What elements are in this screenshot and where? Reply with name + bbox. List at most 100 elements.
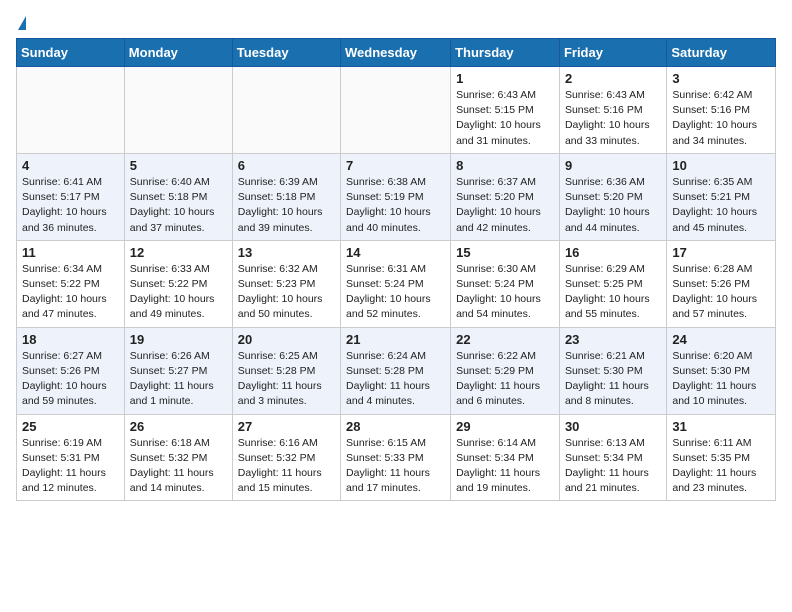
day-number: 10	[672, 158, 770, 173]
calendar-cell: 22 Sunrise: 6:22 AM Sunset: 5:29 PM Dayli…	[451, 327, 560, 414]
calendar-cell: 13 Sunrise: 6:32 AM Sunset: 5:23 PM Dayli…	[232, 240, 340, 327]
calendar-week-row: 25 Sunrise: 6:19 AM Sunset: 5:31 PM Dayli…	[17, 414, 776, 501]
day-number: 25	[22, 419, 119, 434]
day-info: Sunrise: 6:30 AM Sunset: 5:24 PM Dayligh…	[456, 262, 554, 323]
calendar-cell	[17, 67, 125, 154]
day-info: Sunrise: 6:35 AM Sunset: 5:21 PM Dayligh…	[672, 175, 770, 236]
day-info: Sunrise: 6:40 AM Sunset: 5:18 PM Dayligh…	[130, 175, 227, 236]
calendar-header-saturday: Saturday	[667, 39, 776, 67]
calendar-cell: 26 Sunrise: 6:18 AM Sunset: 5:32 PM Dayli…	[124, 414, 232, 501]
day-info: Sunrise: 6:33 AM Sunset: 5:22 PM Dayligh…	[130, 262, 227, 323]
day-info: Sunrise: 6:31 AM Sunset: 5:24 PM Dayligh…	[346, 262, 445, 323]
calendar-cell: 3 Sunrise: 6:42 AM Sunset: 5:16 PM Daylig…	[667, 67, 776, 154]
calendar-cell: 11 Sunrise: 6:34 AM Sunset: 5:22 PM Dayli…	[17, 240, 125, 327]
day-info: Sunrise: 6:19 AM Sunset: 5:31 PM Dayligh…	[22, 436, 119, 497]
day-info: Sunrise: 6:37 AM Sunset: 5:20 PM Dayligh…	[456, 175, 554, 236]
calendar-cell: 14 Sunrise: 6:31 AM Sunset: 5:24 PM Dayli…	[341, 240, 451, 327]
day-number: 13	[238, 245, 335, 260]
day-number: 18	[22, 332, 119, 347]
day-number: 28	[346, 419, 445, 434]
day-number: 26	[130, 419, 227, 434]
day-info: Sunrise: 6:41 AM Sunset: 5:17 PM Dayligh…	[22, 175, 119, 236]
day-number: 30	[565, 419, 661, 434]
logo-triangle-icon	[18, 16, 26, 30]
calendar-cell: 1 Sunrise: 6:43 AM Sunset: 5:15 PM Daylig…	[451, 67, 560, 154]
calendar-cell: 17Sunrise: 6:28 AM Sunset: 5:26 PM Dayli…	[667, 240, 776, 327]
calendar-cell: 15Sunrise: 6:30 AM Sunset: 5:24 PM Dayli…	[451, 240, 560, 327]
calendar-cell: 18Sunrise: 6:27 AM Sunset: 5:26 PM Dayli…	[17, 327, 125, 414]
calendar-cell	[124, 67, 232, 154]
day-info: Sunrise: 6:38 AM Sunset: 5:19 PM Dayligh…	[346, 175, 445, 236]
day-number: 22	[456, 332, 554, 347]
day-info: Sunrise: 6:29 AM Sunset: 5:25 PM Dayligh…	[565, 262, 661, 323]
calendar-cell: 20 Sunrise: 6:25 AM Sunset: 5:28 PM Dayli…	[232, 327, 340, 414]
day-number: 27	[238, 419, 335, 434]
calendar-cell	[232, 67, 340, 154]
calendar-header-row: SundayMondayTuesdayWednesdayThursdayFrid…	[17, 39, 776, 67]
day-number: 2	[565, 71, 661, 86]
day-number: 21	[346, 332, 445, 347]
day-number: 11	[22, 245, 119, 260]
day-info: Sunrise: 6:24 AM Sunset: 5:28 PM Dayligh…	[346, 349, 445, 410]
logo	[16, 16, 26, 30]
day-info: Sunrise: 6:25 AM Sunset: 5:28 PM Dayligh…	[238, 349, 335, 410]
calendar-cell: 28 Sunrise: 6:15 AM Sunset: 5:33 PM Dayli…	[341, 414, 451, 501]
calendar-cell: 9 Sunrise: 6:36 AM Sunset: 5:20 PM Daylig…	[559, 153, 666, 240]
calendar-header-friday: Friday	[559, 39, 666, 67]
day-number: 12	[130, 245, 227, 260]
day-number: 17	[672, 245, 770, 260]
day-number: 16	[565, 245, 661, 260]
calendar-cell: 23Sunrise: 6:21 AM Sunset: 5:30 PM Dayli…	[559, 327, 666, 414]
day-number: 3	[672, 71, 770, 86]
day-info: Sunrise: 6:43 AM Sunset: 5:15 PM Dayligh…	[456, 88, 554, 149]
day-number: 24	[672, 332, 770, 347]
day-number: 19	[130, 332, 227, 347]
calendar-cell: 16 Sunrise: 6:29 AM Sunset: 5:25 PM Dayli…	[559, 240, 666, 327]
day-info: Sunrise: 6:22 AM Sunset: 5:29 PM Dayligh…	[456, 349, 554, 410]
day-number: 4	[22, 158, 119, 173]
day-number: 31	[672, 419, 770, 434]
day-info: Sunrise: 6:18 AM Sunset: 5:32 PM Dayligh…	[130, 436, 227, 497]
day-info: Sunrise: 6:43 AM Sunset: 5:16 PM Dayligh…	[565, 88, 661, 149]
calendar-cell: 12 Sunrise: 6:33 AM Sunset: 5:22 PM Dayli…	[124, 240, 232, 327]
day-info: Sunrise: 6:32 AM Sunset: 5:23 PM Dayligh…	[238, 262, 335, 323]
calendar-header-wednesday: Wednesday	[341, 39, 451, 67]
day-number: 29	[456, 419, 554, 434]
calendar-header-sunday: Sunday	[17, 39, 125, 67]
day-number: 5	[130, 158, 227, 173]
calendar-cell: 27 Sunrise: 6:16 AM Sunset: 5:32 PM Dayli…	[232, 414, 340, 501]
day-number: 9	[565, 158, 661, 173]
day-info: Sunrise: 6:16 AM Sunset: 5:32 PM Dayligh…	[238, 436, 335, 497]
calendar-table: SundayMondayTuesdayWednesdayThursdayFrid…	[16, 38, 776, 501]
calendar-cell: 6Sunrise: 6:39 AM Sunset: 5:18 PM Daylig…	[232, 153, 340, 240]
day-info: Sunrise: 6:13 AM Sunset: 5:34 PM Dayligh…	[565, 436, 661, 497]
calendar-cell: 8Sunrise: 6:37 AM Sunset: 5:20 PM Daylig…	[451, 153, 560, 240]
calendar-cell: 24 Sunrise: 6:20 AM Sunset: 5:30 PM Dayli…	[667, 327, 776, 414]
day-info: Sunrise: 6:21 AM Sunset: 5:30 PM Dayligh…	[565, 349, 661, 410]
calendar-cell: 31 Sunrise: 6:11 AM Sunset: 5:35 PM Dayli…	[667, 414, 776, 501]
calendar-cell: 21 Sunrise: 6:24 AM Sunset: 5:28 PM Dayli…	[341, 327, 451, 414]
day-info: Sunrise: 6:26 AM Sunset: 5:27 PM Dayligh…	[130, 349, 227, 410]
day-number: 14	[346, 245, 445, 260]
day-number: 20	[238, 332, 335, 347]
calendar-cell: 25 Sunrise: 6:19 AM Sunset: 5:31 PM Dayli…	[17, 414, 125, 501]
calendar-cell: 19 Sunrise: 6:26 AM Sunset: 5:27 PM Dayli…	[124, 327, 232, 414]
day-number: 6	[238, 158, 335, 173]
calendar-week-row: 18Sunrise: 6:27 AM Sunset: 5:26 PM Dayli…	[17, 327, 776, 414]
day-info: Sunrise: 6:15 AM Sunset: 5:33 PM Dayligh…	[346, 436, 445, 497]
day-number: 7	[346, 158, 445, 173]
day-info: Sunrise: 6:42 AM Sunset: 5:16 PM Dayligh…	[672, 88, 770, 149]
calendar-cell: 4 Sunrise: 6:41 AM Sunset: 5:17 PM Daylig…	[17, 153, 125, 240]
day-info: Sunrise: 6:34 AM Sunset: 5:22 PM Dayligh…	[22, 262, 119, 323]
calendar-header-monday: Monday	[124, 39, 232, 67]
calendar-header-thursday: Thursday	[451, 39, 560, 67]
day-number: 1	[456, 71, 554, 86]
day-info: Sunrise: 6:11 AM Sunset: 5:35 PM Dayligh…	[672, 436, 770, 497]
calendar-cell: 30 Sunrise: 6:13 AM Sunset: 5:34 PM Dayli…	[559, 414, 666, 501]
calendar-cell	[341, 67, 451, 154]
day-info: Sunrise: 6:36 AM Sunset: 5:20 PM Dayligh…	[565, 175, 661, 236]
calendar-week-row: 11 Sunrise: 6:34 AM Sunset: 5:22 PM Dayli…	[17, 240, 776, 327]
calendar-cell: 10 Sunrise: 6:35 AM Sunset: 5:21 PM Dayli…	[667, 153, 776, 240]
day-info: Sunrise: 6:20 AM Sunset: 5:30 PM Dayligh…	[672, 349, 770, 410]
calendar-cell: 29Sunrise: 6:14 AM Sunset: 5:34 PM Dayli…	[451, 414, 560, 501]
